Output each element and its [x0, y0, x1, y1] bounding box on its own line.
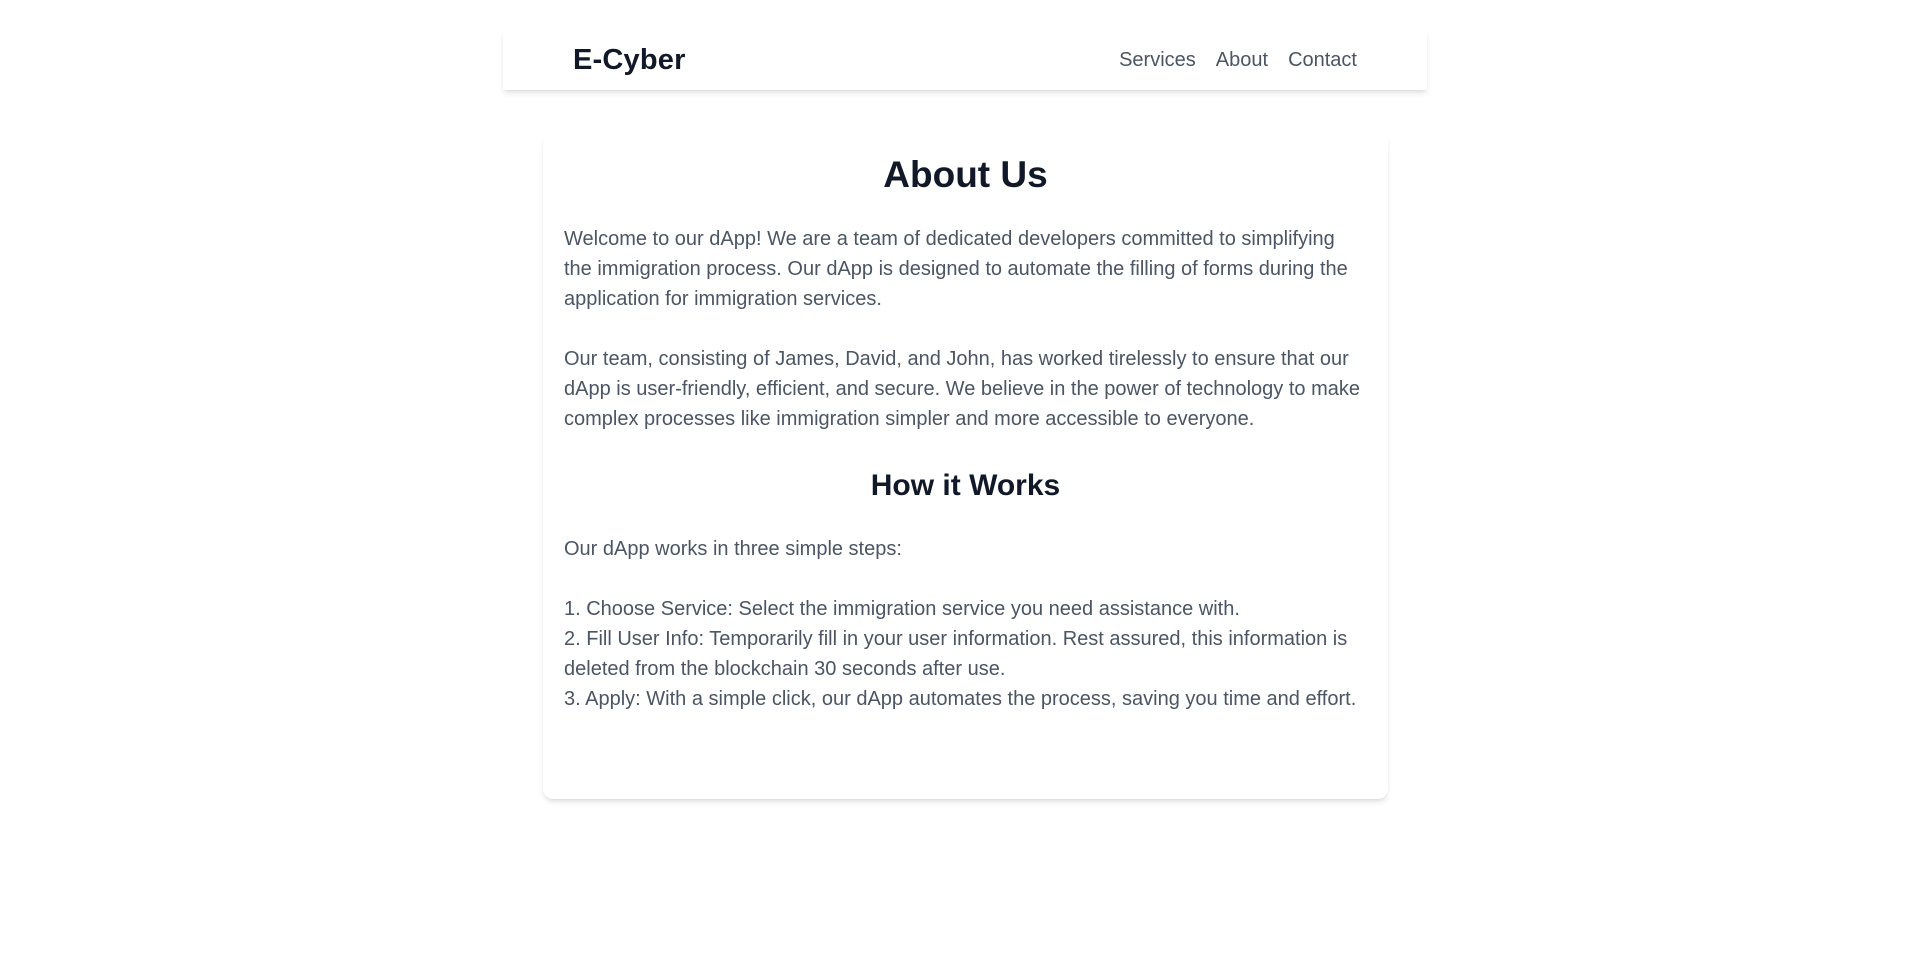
brand-logo-text[interactable]: E-Cyber	[573, 44, 686, 77]
intro-paragraph-1: Welcome to our dApp! We are a team of de…	[564, 228, 1348, 310]
step-item-choose-service: 1. Choose Service: Select the immigratio…	[564, 598, 1240, 620]
page-title: About Us	[883, 154, 1048, 195]
step-item-apply: 3. Apply: With a simple click, our dApp …	[564, 688, 1357, 710]
how-it-works-intro: Our dApp works in three simple steps:	[564, 538, 902, 560]
steps-list: 1. Choose Service: Select the immigratio…	[564, 594, 1367, 714]
nav-links: Services About Contact	[1119, 49, 1357, 72]
nav-link-about[interactable]: About	[1216, 49, 1268, 72]
how-it-works-title: How it Works	[870, 469, 1061, 502]
nav-link-contact[interactable]: Contact	[1288, 49, 1357, 72]
intro-paragraph-2: Our team, consisting of James, David, an…	[564, 348, 1360, 430]
top-navbar: E-Cyber Services About Contact	[503, 30, 1427, 90]
nav-link-services[interactable]: Services	[1119, 49, 1196, 72]
step-item-fill-user-info: 2. Fill User Info: Temporarily fill in y…	[564, 628, 1348, 680]
about-card: About Us Welcome to our dApp! We are a t…	[543, 133, 1388, 799]
